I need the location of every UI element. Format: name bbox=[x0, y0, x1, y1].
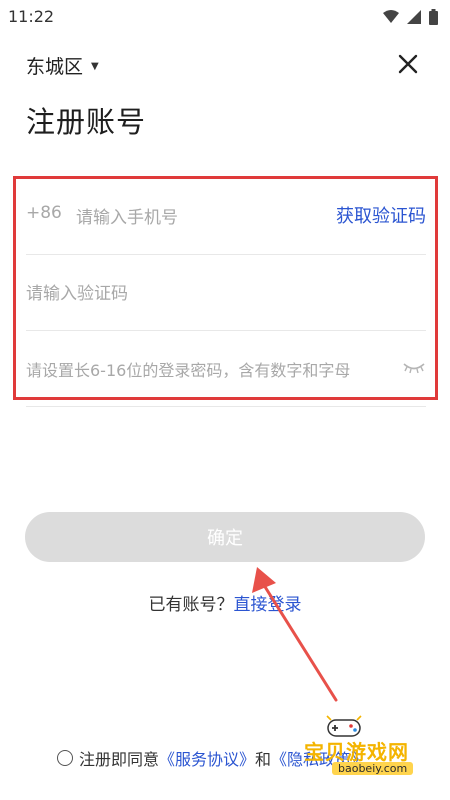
signal-icon bbox=[407, 10, 421, 24]
status-time: 11:22 bbox=[8, 7, 55, 26]
district-label: 东城区 bbox=[26, 56, 84, 78]
agree-radio[interactable] bbox=[57, 750, 73, 766]
get-code-button[interactable]: 获取验证码 bbox=[336, 202, 426, 228]
agree-and: 和 bbox=[255, 750, 272, 769]
phone-input[interactable]: 请输入手机号 bbox=[76, 203, 178, 228]
page-title: 注册账号 bbox=[26, 105, 147, 139]
watermark-text: 宝贝游戏网 bbox=[304, 740, 409, 764]
close-icon[interactable] bbox=[396, 52, 420, 76]
district-selector[interactable]: 东城区 ▼ bbox=[26, 52, 99, 79]
agree-prefix: 注册即同意 bbox=[79, 750, 160, 769]
verification-code-input[interactable]: 请输入验证码 bbox=[26, 279, 128, 304]
battery-icon bbox=[429, 9, 438, 25]
login-prompt: 已有账号？ bbox=[148, 595, 234, 615]
login-line: 已有账号？直接登录 bbox=[0, 590, 450, 615]
password-input[interactable]: 请设置长6-16位的登录密码，含有数字和字母 bbox=[26, 357, 350, 381]
watermark: 宝贝游戏网 baobeiy.com bbox=[296, 712, 446, 775]
wifi-icon bbox=[383, 10, 399, 23]
code-row: 请输入验证码 bbox=[26, 255, 426, 331]
eye-closed-icon[interactable] bbox=[402, 361, 426, 375]
confirm-button[interactable]: 确定 bbox=[25, 512, 425, 562]
caret-down-icon: ▼ bbox=[91, 61, 99, 72]
registration-form: +86 请输入手机号 获取验证码 请输入验证码 请设置长6-16位的登录密码，含… bbox=[13, 176, 438, 407]
status-bar: 11:22 bbox=[0, 0, 450, 34]
status-icons bbox=[383, 9, 438, 25]
phone-row: +86 请输入手机号 获取验证码 bbox=[26, 179, 426, 255]
service-agreement-link[interactable]: 《服务协议》 bbox=[159, 746, 255, 770]
watermark-url: baobeiy.com bbox=[332, 762, 414, 775]
password-row: 请设置长6-16位的登录密码，含有数字和字母 bbox=[26, 331, 426, 407]
country-code[interactable]: +86 bbox=[26, 203, 62, 223]
direct-login-link[interactable]: 直接登录 bbox=[234, 595, 302, 615]
